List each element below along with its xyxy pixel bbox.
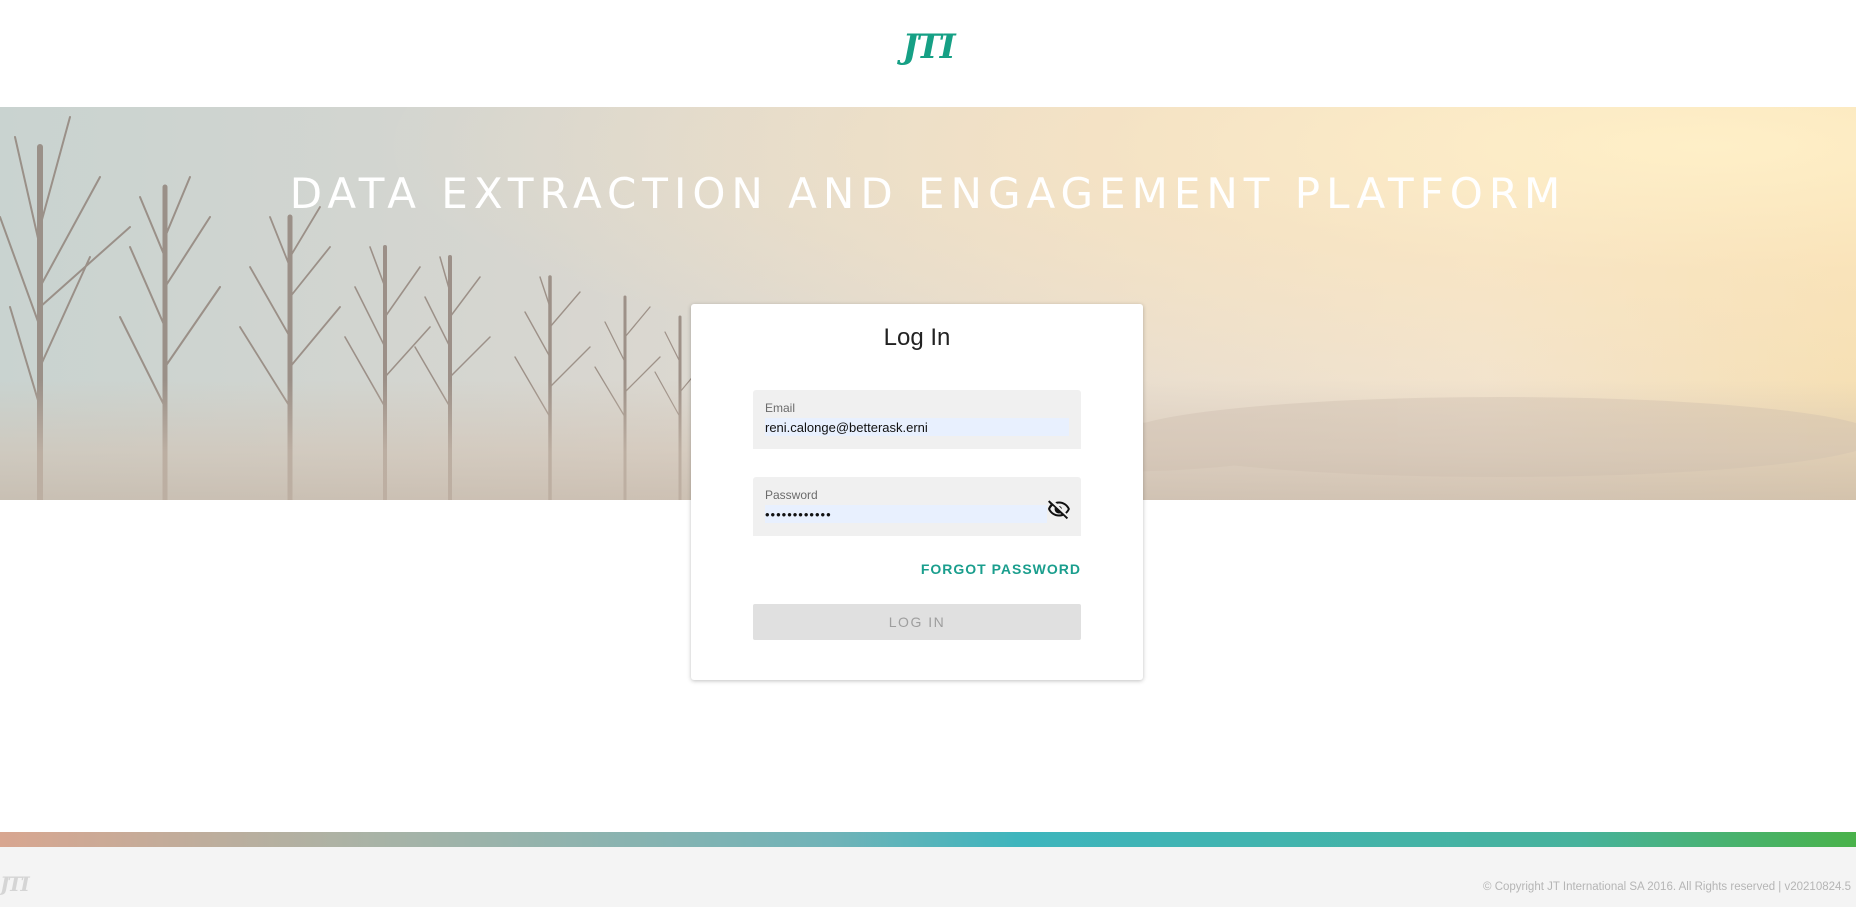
eye-off-icon[interactable]	[1047, 497, 1071, 521]
copyright-text: © Copyright JT International SA 2016. Al…	[1483, 881, 1851, 893]
jti-logo: JTI	[902, 26, 955, 67]
forgot-password-link[interactable]: FORGOT PASSWORD	[921, 561, 1081, 577]
email-field[interactable]: Email	[753, 390, 1081, 449]
password-field[interactable]: Password	[753, 477, 1081, 536]
email-label: Email	[765, 401, 796, 415]
login-button[interactable]: LOG IN	[753, 604, 1081, 640]
footer-gradient-stripe	[0, 832, 1856, 847]
login-card: Log In Email Password FORGOT PASSWORD LO…	[691, 304, 1143, 680]
password-label: Password	[765, 488, 818, 502]
email-input[interactable]	[765, 418, 1069, 436]
header: JTI	[0, 0, 1856, 107]
password-input[interactable]	[765, 505, 1047, 523]
footer-jti-logo: JTI	[0, 872, 30, 896]
login-title: Log In	[883, 324, 951, 351]
login-page: JTI DATA EXTRACTION AND ENGAGEMENT PLATF…	[0, 0, 1856, 907]
hero-title: DATA EXTRACTION AND ENGAGEMENT PLATFORM	[289, 169, 1567, 218]
footer: JTI © Copyright JT International SA 2016…	[0, 847, 1856, 907]
